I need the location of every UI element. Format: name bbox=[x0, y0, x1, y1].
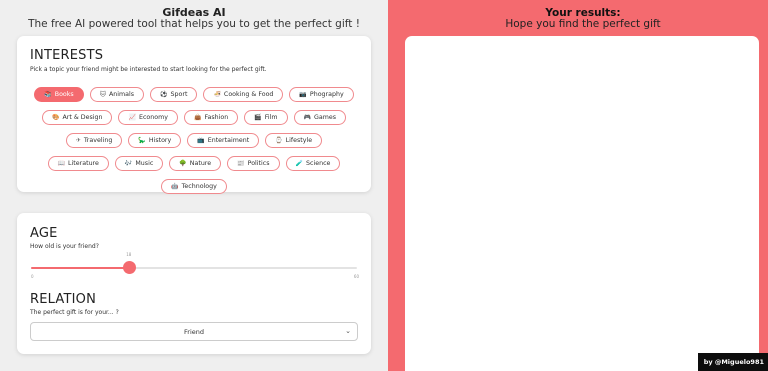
results-panel bbox=[405, 36, 759, 371]
age-slider-min: 0 bbox=[31, 274, 34, 279]
interest-chip-label: Art & Design bbox=[62, 114, 103, 121]
interest-chip-animals[interactable]: 🐱 Animals bbox=[89, 87, 145, 102]
interest-chip-label: Literature bbox=[68, 160, 99, 167]
interest-chip-label: Phography bbox=[309, 91, 344, 98]
interests-title: INTERESTS bbox=[30, 48, 104, 63]
interest-chip-science[interactable]: 🧪 Science bbox=[285, 156, 341, 171]
interest-chip-games[interactable]: 🎮 Games bbox=[293, 110, 347, 125]
tv-icon: 📺 bbox=[197, 137, 205, 144]
relation-subtitle: The perfect gift is for your... ? bbox=[30, 309, 119, 316]
relation-select[interactable]: Friend ⌄ bbox=[30, 322, 358, 341]
age-slider-track[interactable] bbox=[31, 267, 357, 269]
interest-chip-economy[interactable]: 📈 Economy bbox=[118, 110, 178, 125]
test-tube-icon: 🧪 bbox=[295, 160, 303, 167]
chevron-down-icon: ⌄ bbox=[345, 327, 351, 335]
interest-chip-books[interactable]: 📚 Books bbox=[34, 87, 84, 102]
interest-chip-film[interactable]: 🎬 Film bbox=[244, 110, 288, 125]
soccer-ball-icon: ⚽ bbox=[160, 91, 168, 98]
interest-chip-cooking-food[interactable]: 🍜 Cooking & Food bbox=[203, 87, 284, 102]
camera-icon: 📷 bbox=[299, 91, 307, 98]
interest-chip-label: Lifestyle bbox=[285, 137, 313, 144]
interest-chip-label: Film bbox=[264, 114, 278, 121]
interest-chip-label: Fashion bbox=[204, 114, 229, 121]
interest-chip-label: Animals bbox=[108, 91, 135, 98]
age-slider-thumb[interactable] bbox=[122, 261, 136, 274]
handbag-icon: 👜 bbox=[193, 114, 202, 121]
interest-chip-fashion[interactable]: 👜 Fashion bbox=[183, 110, 239, 125]
palette-icon: 🎨 bbox=[51, 114, 60, 121]
interest-chip-nature[interactable]: 🌳 Nature bbox=[169, 156, 222, 171]
interests-card: INTERESTS Pick a topic your friend might… bbox=[17, 36, 371, 194]
interest-chip-list: 📚 Books 🐱 Animals ⚽ Sport 🍜 Cooking & Food 📷 Phog… bbox=[30, 87, 358, 198]
interests-subtitle: Pick a topic your friend might be intere… bbox=[30, 66, 267, 73]
dinosaur-icon: 🦕 bbox=[138, 137, 146, 144]
airplane-icon: ✈ bbox=[75, 137, 81, 144]
bowl-icon: 🍜 bbox=[213, 91, 221, 98]
author-credit[interactable]: by @Miguelo981 bbox=[697, 353, 768, 371]
music-notes-icon: 🎶 bbox=[124, 160, 133, 167]
interest-chip-label: Games bbox=[314, 114, 337, 121]
clapper-icon: 🎬 bbox=[254, 114, 262, 121]
interest-chip-music[interactable]: 🎶 Music bbox=[114, 156, 164, 171]
interest-chip-label: Music bbox=[135, 160, 154, 167]
age-slider-fill bbox=[31, 267, 129, 269]
cat-icon: 🐱 bbox=[99, 91, 106, 98]
interest-chip-label: Technology bbox=[181, 183, 217, 190]
interest-chip-lifestyle[interactable]: ⌚ Lifestyle bbox=[265, 133, 323, 148]
interest-chip-sport[interactable]: ⚽ Sport bbox=[150, 87, 198, 102]
interest-chip-entertaiment[interactable]: 📺 Entertaiment bbox=[187, 133, 260, 148]
interest-chip-label: Economy bbox=[138, 114, 168, 121]
interest-chip-traveling[interactable]: ✈ Traveling bbox=[65, 133, 123, 148]
age-slider-value: 18 bbox=[126, 252, 132, 257]
interest-chip-literature[interactable]: 📖 Literature bbox=[47, 156, 109, 171]
interest-chip-art-design[interactable]: 🎨 Art & Design bbox=[41, 110, 113, 125]
interest-chip-label: Cooking & Food bbox=[223, 91, 274, 98]
results-subtitle: Hope you find the perfect gift bbox=[505, 18, 661, 30]
open-book-icon: 📖 bbox=[57, 160, 66, 167]
books-icon: 📚 bbox=[44, 91, 52, 98]
relation-select-value: Friend bbox=[184, 327, 204, 336]
age-title: AGE bbox=[30, 226, 58, 241]
robot-icon: 🤖 bbox=[171, 183, 179, 190]
interest-chip-phography[interactable]: 📷 Phography bbox=[289, 87, 354, 102]
interest-chip-label: Politics bbox=[247, 160, 270, 167]
age-subtitle: How old is your friend? bbox=[30, 243, 99, 250]
interest-chip-label: Sport bbox=[170, 91, 188, 98]
interest-chip-history[interactable]: 🦕 History bbox=[128, 133, 182, 148]
interest-chip-label: Science bbox=[306, 160, 331, 167]
age-relation-card: AGE How old is your friend? 18 0 60 RELA… bbox=[17, 213, 371, 354]
app-subtitle: The free AI powered tool that helps you … bbox=[28, 18, 360, 30]
tree-icon: 🌳 bbox=[179, 160, 187, 167]
interest-chip-label: Books bbox=[54, 91, 74, 98]
interest-chip-politics[interactable]: 📰 Politics bbox=[227, 156, 280, 171]
interest-chip-label: Entertaiment bbox=[207, 137, 250, 144]
age-slider-max: 60 bbox=[353, 274, 359, 279]
newspaper-icon: 📰 bbox=[237, 160, 245, 167]
interest-chip-label: Traveling bbox=[83, 137, 113, 144]
interest-chip-label: History bbox=[148, 137, 172, 144]
watch-icon: ⌚ bbox=[275, 137, 283, 144]
interest-chip-technology[interactable]: 🤖 Technology bbox=[161, 179, 227, 194]
relation-title: RELATION bbox=[30, 292, 97, 307]
chart-icon: 📈 bbox=[128, 114, 136, 121]
gamepad-icon: 🎮 bbox=[303, 114, 311, 121]
interest-chip-label: Nature bbox=[189, 160, 212, 167]
